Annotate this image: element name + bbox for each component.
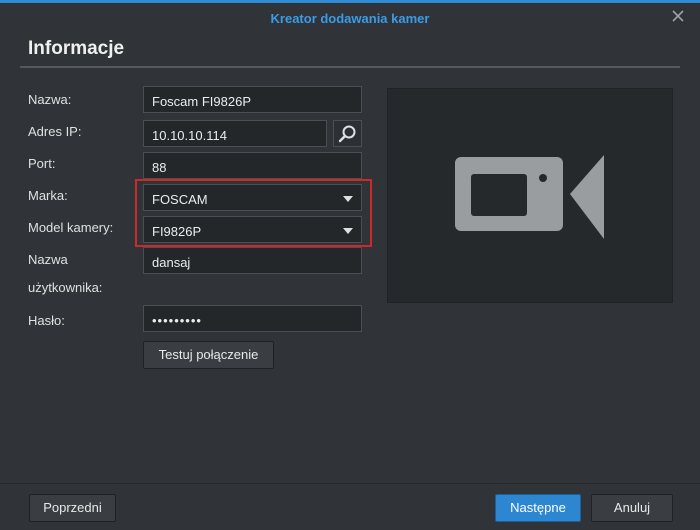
port-field[interactable]: 88 — [143, 152, 362, 179]
password-field[interactable]: ••••••••• — [143, 305, 362, 332]
cancel-button[interactable]: Anuluj — [591, 494, 673, 522]
footer-divider — [0, 483, 700, 484]
ip-field[interactable]: 10.10.10.114 — [143, 120, 327, 147]
close-icon[interactable] — [670, 9, 686, 25]
username-field[interactable]: dansaj — [143, 247, 362, 274]
brand-model-highlight — [135, 179, 372, 247]
test-connection-button[interactable]: Testuj połączenie — [143, 341, 274, 369]
search-button[interactable] — [333, 120, 362, 147]
username-value: dansaj — [152, 255, 191, 270]
username-label-line1: Nazwa — [28, 252, 68, 267]
username-label-line2: użytkownika: — [28, 280, 103, 295]
name-value: Foscam FI9826P — [152, 94, 251, 109]
password-label: Hasło: — [28, 313, 65, 328]
port-label: Port: — [28, 156, 56, 171]
previous-button[interactable]: Poprzedni — [29, 494, 116, 522]
camera-preview — [387, 88, 673, 303]
search-icon — [338, 125, 356, 143]
dialog-title: Kreator dodawania kamer — [270, 11, 430, 26]
section-divider — [20, 66, 680, 68]
model-label: Model kamery: — [28, 220, 114, 235]
next-button[interactable]: Następne — [495, 494, 581, 522]
brand-label: Marka: — [28, 188, 68, 203]
section-title: Informacje — [28, 38, 125, 59]
name-field[interactable]: Foscam FI9826P — [143, 86, 362, 113]
port-value: 88 — [152, 160, 167, 175]
title-bar: Kreator dodawania kamer — [0, 3, 700, 33]
ip-value: 10.10.10.114 — [152, 128, 227, 143]
ip-label: Adres IP: — [28, 124, 82, 139]
name-label: Nazwa: — [28, 92, 72, 107]
video-camera-icon — [455, 155, 604, 239]
password-value: ••••••••• — [152, 313, 202, 328]
camera-wizard-dialog: Kreator dodawania kamer Informacje Nazwa… — [0, 3, 700, 530]
